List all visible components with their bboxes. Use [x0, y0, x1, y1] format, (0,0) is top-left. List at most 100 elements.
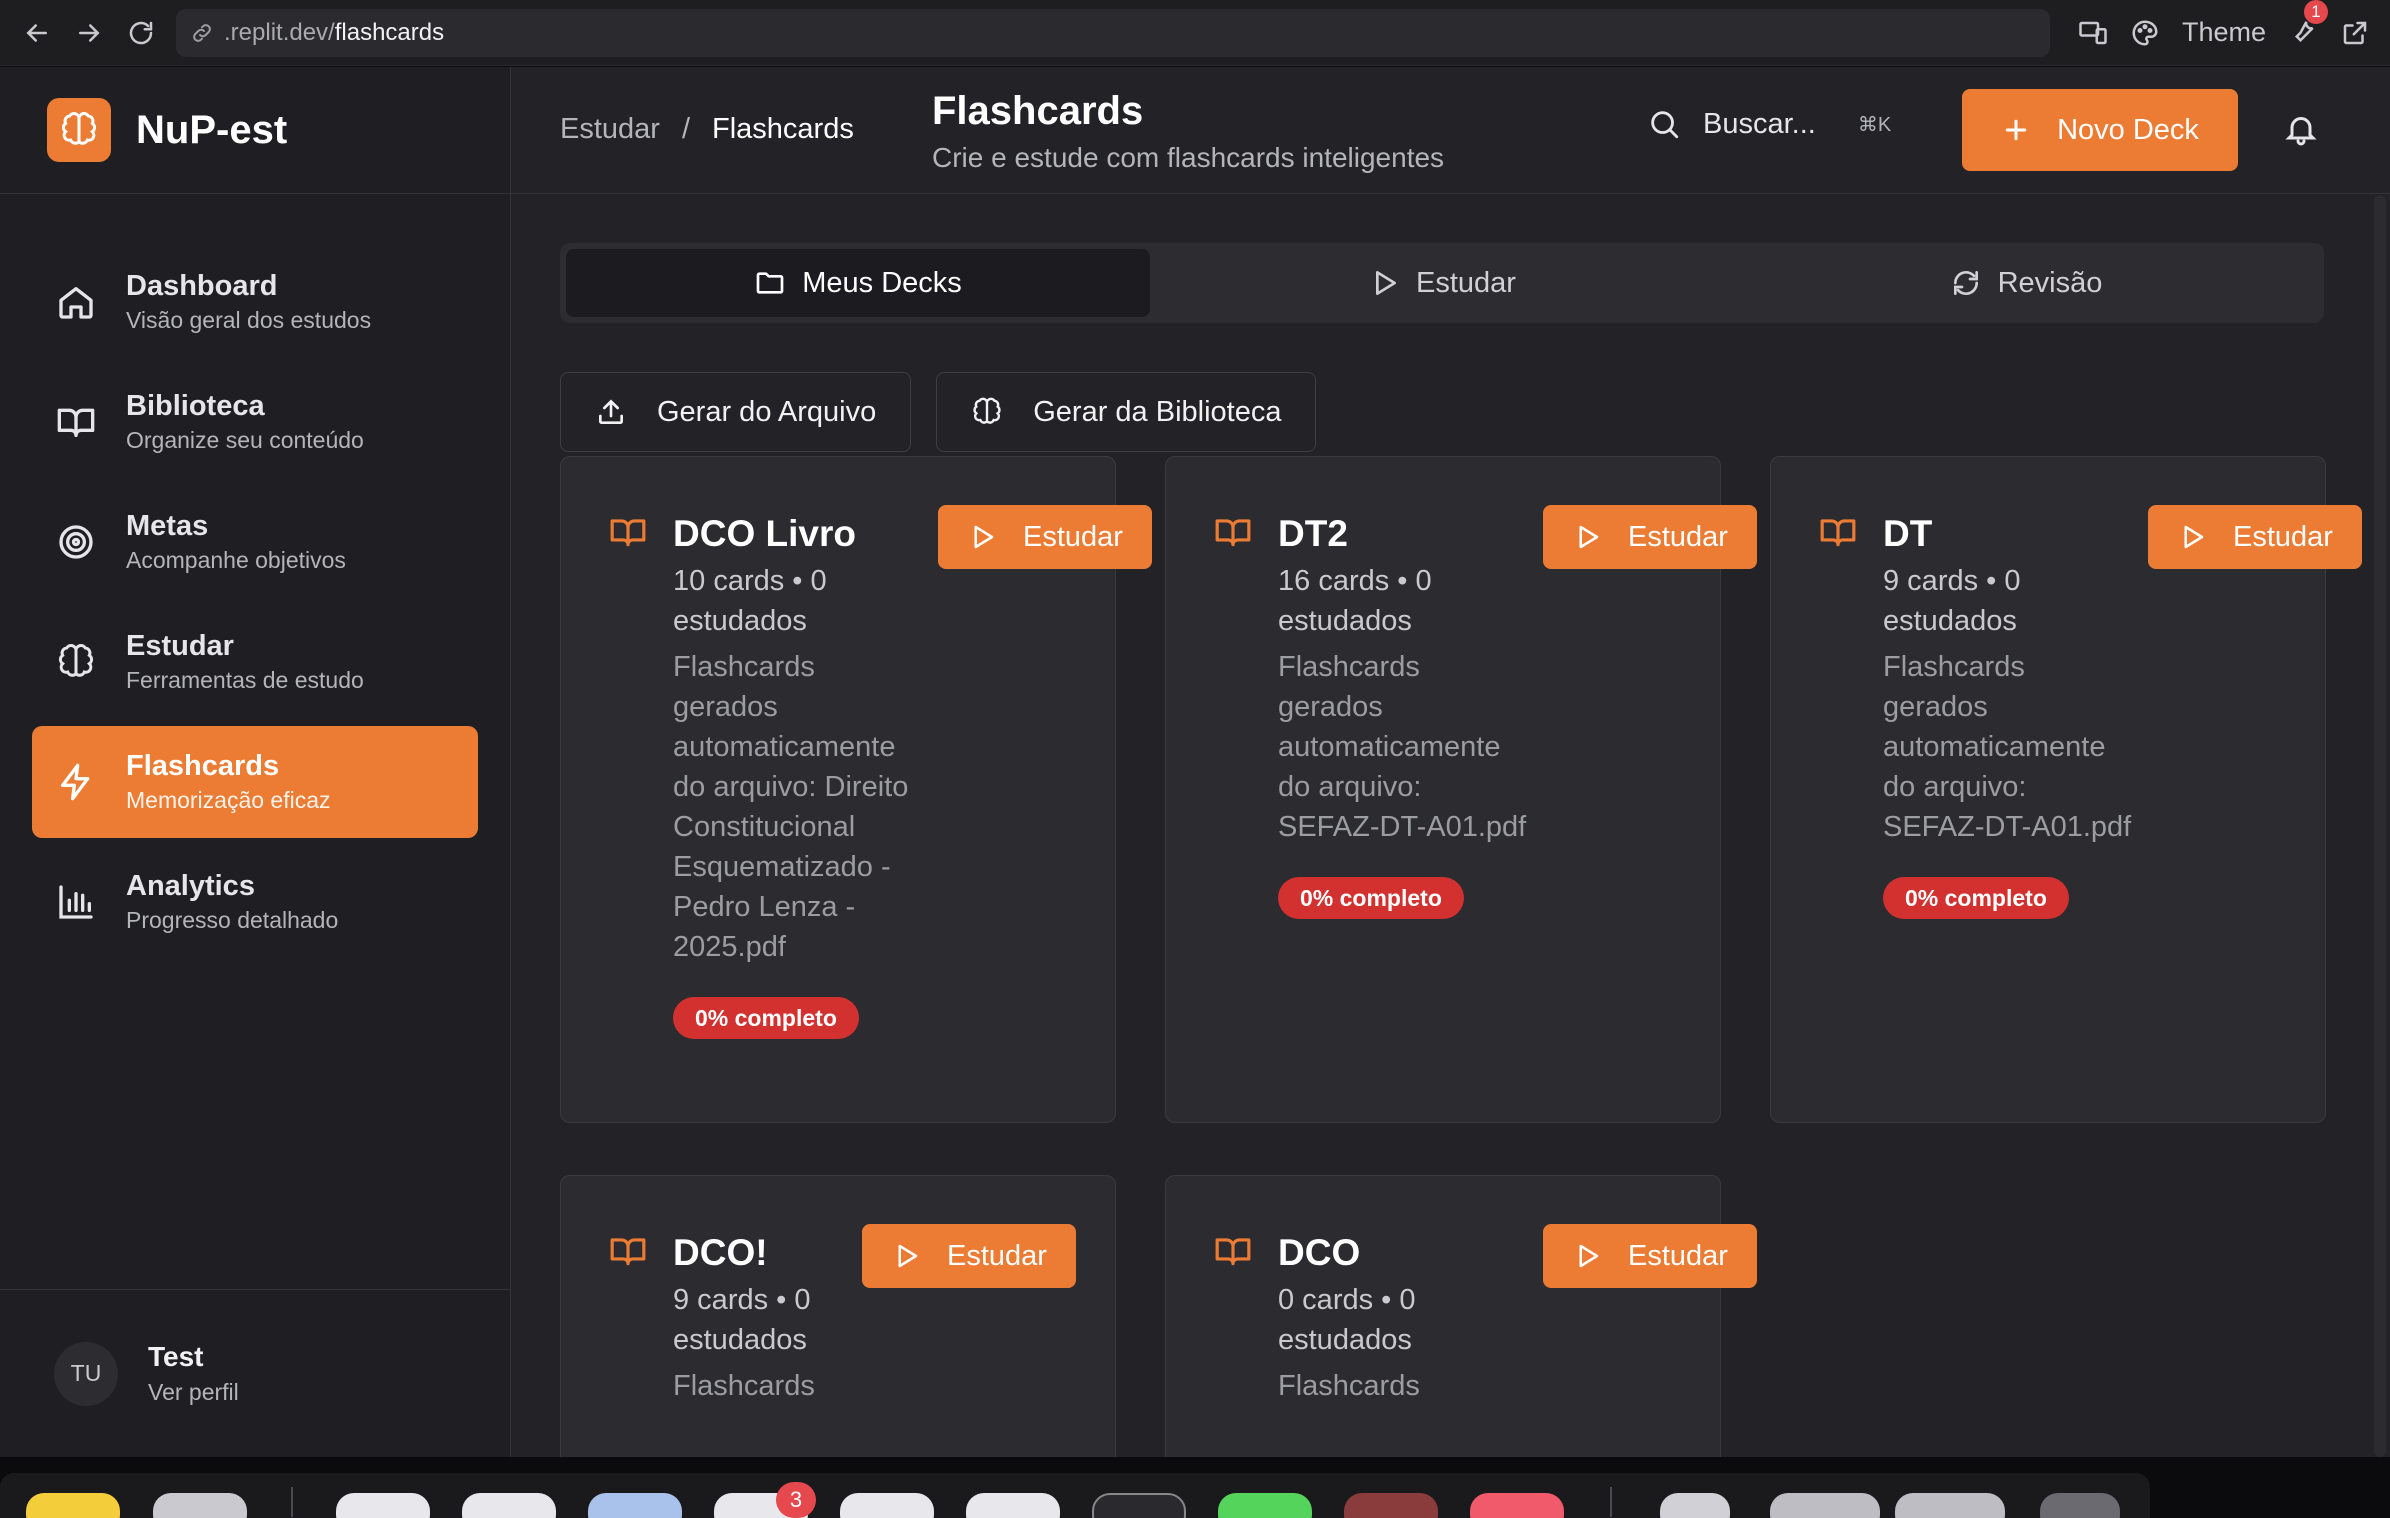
deck-card[interactable]: DCO! 9 cards • 0 estudados Flashcards Es…: [560, 1175, 1116, 1457]
back-arrow-icon[interactable]: [20, 16, 54, 50]
sidebar-item-title: Dashboard: [126, 270, 278, 302]
deck-meta: 9 cards • 0 estudados: [1883, 565, 2021, 637]
deck-card[interactable]: DT2 16 cards • 0 estudados Flashcards ge…: [1165, 456, 1757, 1123]
deck-card[interactable]: DCO 0 cards • 0 estudados Flashcards Est…: [1165, 1175, 1757, 1457]
dock-separator: [291, 1487, 293, 1517]
dock-trash-icon[interactable]: [2040, 1493, 2120, 1518]
brain-icon: [973, 397, 1001, 424]
search-shortcut: ⌘K: [1857, 113, 1892, 136]
play-icon: [891, 1241, 921, 1271]
study-deck-button[interactable]: Estudar: [1543, 1224, 1757, 1288]
study-label: Estudar: [1023, 520, 1123, 553]
deck-card[interactable]: DT 9 cards • 0 estudados Flashcards gera…: [1770, 456, 2362, 1123]
deck-title: DT: [1883, 513, 1933, 554]
dock-app-window-preview[interactable]: [1770, 1493, 1880, 1518]
external-link-icon[interactable]: [2340, 18, 2370, 48]
sidebar-item-biblioteca[interactable]: Biblioteca Organize seu conteúdo: [32, 366, 478, 478]
sidebar-item-title: Analytics: [126, 870, 255, 902]
bar-chart-icon: [56, 882, 96, 922]
new-deck-button[interactable]: Novo Deck: [1962, 89, 2238, 171]
lightning-icon: [56, 762, 96, 802]
reload-icon[interactable]: [124, 16, 158, 50]
tab-review[interactable]: Revisão: [1734, 249, 2318, 317]
breadcrumb-parent[interactable]: Estudar: [560, 113, 660, 146]
dock-app-docs[interactable]: [462, 1493, 556, 1518]
sidebar-item-metas[interactable]: Metas Acompanhe objetivos: [32, 486, 478, 598]
study-deck-button[interactable]: Estudar: [2148, 505, 2362, 569]
book-open-icon: [1819, 513, 1857, 551]
scrollbar[interactable]: [2374, 195, 2386, 1457]
tab-bar: Meus Decks Estudar Revisão: [560, 243, 2324, 323]
sidebar-item-flashcards[interactable]: Flashcards Memorização eficaz: [32, 726, 478, 838]
target-icon: [56, 522, 96, 562]
dock-app-numbers[interactable]: [1218, 1493, 1312, 1518]
deck-meta: 10 cards • 0 estudados: [673, 565, 827, 637]
sidebar-item-subtitle: Visão geral dos estudos: [126, 307, 372, 333]
dock-app-terminal[interactable]: [1092, 1493, 1186, 1518]
study-label: Estudar: [947, 1239, 1047, 1272]
sidebar-item-dashboard[interactable]: Dashboard Visão geral dos estudos: [32, 246, 478, 358]
study-deck-button[interactable]: Estudar: [862, 1224, 1076, 1288]
sidebar-item-subtitle: Organize seu conteúdo: [126, 427, 364, 453]
address-bar[interactable]: .replit.dev/flashcards: [176, 8, 2050, 57]
search-button[interactable]: Buscar... ⌘K: [1647, 107, 1891, 141]
deck-card[interactable]: DCO Livro 10 cards • 0 estudados Flashca…: [560, 456, 1152, 1123]
dock-separator: [1610, 1487, 1612, 1517]
deck-meta: 0 cards • 0 estudados: [1278, 1284, 1416, 1356]
sidebar-item-estudar[interactable]: Estudar Ferramentas de estudo: [32, 606, 478, 718]
generate-from-file-button[interactable]: Gerar do Arquivo: [560, 372, 912, 452]
deck-title: DCO Livro: [673, 513, 856, 554]
bell-icon[interactable]: [2283, 111, 2319, 147]
brand[interactable]: NuP-est: [0, 67, 510, 194]
generate-from-file-label: Gerar do Arquivo: [657, 395, 877, 428]
theme-label[interactable]: Theme: [2182, 17, 2266, 48]
refresh-icon: [1950, 267, 1982, 299]
sidebar-item-title: Biblioteca: [126, 390, 265, 422]
tab-label: Estudar: [1416, 266, 1516, 299]
browser-toolbar: .replit.dev/flashcards Theme 1: [0, 0, 2390, 66]
study-label: Estudar: [1628, 1239, 1728, 1272]
link-icon: [193, 23, 211, 42]
dock-app-finder[interactable]: [588, 1493, 682, 1518]
play-icon: [1572, 1241, 1602, 1271]
study-deck-button[interactable]: Estudar: [938, 505, 1152, 569]
sidebar-item-subtitle: Progresso detalhado: [126, 907, 339, 933]
page-header: Estudar / Flashcards Flashcards Crie e e…: [511, 67, 2390, 194]
tab-my-decks[interactable]: Meus Decks: [566, 249, 1150, 317]
sidebar: NuP-est Dashboard Visão geral dos estudo…: [0, 67, 511, 1457]
dock-app-cursor[interactable]: [966, 1493, 1060, 1518]
progress-badge: 0% completo: [1883, 877, 2069, 919]
forward-arrow-icon[interactable]: [72, 16, 106, 50]
dock-app-sheets[interactable]: [336, 1493, 430, 1518]
sidebar-item-title: Metas: [126, 510, 209, 542]
play-icon: [967, 522, 997, 552]
dock-app-photos[interactable]: [840, 1493, 934, 1518]
url-path: flashcards: [334, 18, 445, 46]
dock-app-document[interactable]: [1660, 1493, 1730, 1518]
dock-app-settings[interactable]: [153, 1493, 247, 1518]
profile[interactable]: TU Test Ver perfil: [0, 1289, 510, 1457]
study-deck-button[interactable]: Estudar: [1543, 505, 1757, 569]
deck-description: Flashcards gerados automaticamente do ar…: [1883, 651, 2132, 843]
tab-study[interactable]: Estudar: [1150, 249, 1734, 317]
dock-app-window-preview[interactable]: [1895, 1493, 2005, 1518]
brain-icon: [56, 642, 96, 682]
sidebar-item-analytics[interactable]: Analytics Progresso detalhado: [32, 846, 478, 958]
book-open-icon: [1214, 1232, 1252, 1270]
profile-link[interactable]: Ver perfil: [148, 1379, 239, 1406]
generate-from-library-button[interactable]: Gerar da Biblioteca: [936, 372, 1317, 452]
dock-app-books[interactable]: [1344, 1493, 1438, 1518]
wrench-icon[interactable]: 1: [2288, 0, 2328, 51]
main-content[interactable]: Meus Decks Estudar Revisão Gerar do Arqu…: [511, 195, 2390, 1457]
dock-app-notes[interactable]: [26, 1493, 120, 1518]
breadcrumb: Estudar / Flashcards: [560, 113, 854, 146]
sidebar-item-title: Flashcards: [126, 750, 280, 782]
breadcrumb-current: Flashcards: [712, 113, 854, 145]
book-open-icon: [609, 1232, 647, 1270]
devices-icon[interactable]: [2078, 18, 2108, 48]
palette-icon[interactable]: [2130, 18, 2160, 48]
deck-meta: 9 cards • 0 estudados: [673, 1284, 811, 1356]
dock-app-music[interactable]: [1470, 1493, 1564, 1518]
app-name: NuP-est: [136, 107, 288, 152]
sidebar-item-title: Estudar: [126, 630, 234, 662]
